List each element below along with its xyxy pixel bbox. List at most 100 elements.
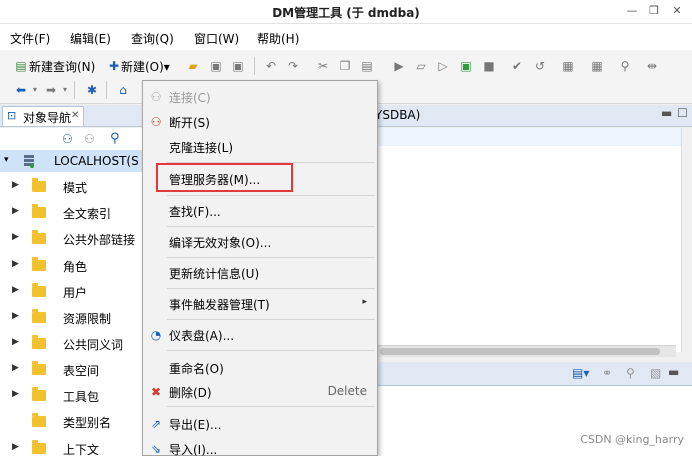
expand-right-icon[interactable]: ▶	[12, 442, 19, 452]
minimize-icon[interactable]: —	[621, 2, 643, 20]
menu-item-disconnect[interactable]: ⚇ 断开(S)	[143, 110, 377, 134]
tab-object-navigator[interactable]: ⊡ 对象导航 ✕	[2, 106, 84, 126]
expand-right-icon[interactable]: ▶	[12, 259, 19, 269]
menu-help[interactable]: 帮助(H)	[257, 30, 299, 47]
menu-item-delete[interactable]: ✖ 删除(D) Delete	[143, 380, 377, 404]
pin-icon[interactable]: ⚲	[626, 366, 635, 380]
save-all-icon[interactable]: ▣	[231, 59, 245, 73]
menu-item-update-statistics[interactable]: 更新统计信息(U)	[143, 261, 377, 285]
vertical-scrollbar[interactable]	[681, 128, 692, 352]
execute-green-icon[interactable]: ▣	[459, 59, 473, 73]
toolbar-separator	[254, 57, 255, 75]
tree-item[interactable]: ▶ 用户	[0, 279, 146, 305]
tree-item[interactable]: ▶ 模式	[0, 174, 146, 200]
menu-edit[interactable]: 编辑(E)	[70, 30, 111, 47]
menu-query[interactable]: 查询(Q)	[131, 30, 174, 47]
back-dropdown-icon[interactable]: ▾	[28, 83, 42, 97]
expand-right-icon[interactable]: ▶	[12, 311, 19, 321]
calendar-icon[interactable]: ▦	[561, 59, 575, 73]
menu-item-export[interactable]: ⇗ 导出(E)...	[143, 412, 377, 436]
new-query-button[interactable]: 新建查询(N)	[29, 58, 95, 75]
menu-item-event-trigger[interactable]: 事件触发器管理(T) ▸	[143, 292, 377, 316]
tree-item-label: 类型别名	[63, 416, 112, 430]
cut-icon[interactable]: ✂	[316, 59, 330, 73]
restore-icon[interactable]: ❐	[643, 2, 665, 20]
delete-icon: ✖	[150, 385, 162, 399]
format-icon[interactable]: ⚲	[618, 59, 632, 73]
collapse-icon[interactable]: ⇹	[645, 59, 659, 73]
minimize-view-icon[interactable]: ▬	[668, 365, 679, 379]
menu-item-rename[interactable]: 重命名(O)	[143, 356, 377, 380]
expand-right-icon[interactable]: ▶	[12, 337, 19, 347]
menu-item-find[interactable]: 查找(F)...	[143, 199, 377, 223]
close-window-icon[interactable]: ✕	[666, 2, 688, 20]
tree-item[interactable]: ▶ 全文索引	[0, 200, 146, 226]
stop-icon[interactable]: ■	[482, 59, 496, 73]
schedule-icon[interactable]: ▦	[590, 59, 604, 73]
folder-icon	[32, 387, 46, 401]
scrollbar-thumb[interactable]	[380, 348, 660, 355]
tree-item[interactable]: ▶ 角色	[0, 253, 146, 279]
run-script-icon[interactable]: ▷	[436, 59, 450, 73]
expand-right-icon[interactable]: ▶	[12, 285, 19, 295]
forward-dropdown-icon[interactable]: ▾	[58, 83, 72, 97]
expand-right-icon[interactable]: ▶	[12, 363, 19, 373]
folder-icon	[32, 230, 46, 244]
copy-icon[interactable]: ❐	[338, 59, 352, 73]
expand-right-icon[interactable]: ▶	[12, 180, 19, 190]
maximize-view-icon[interactable]: ☐	[677, 106, 688, 120]
horizontal-scrollbar[interactable]	[376, 345, 676, 357]
tree-item[interactable]: ▶ 公共外部链接	[0, 226, 146, 252]
back-icon[interactable]: ⬅	[14, 83, 28, 97]
tree-item[interactable]: 类型别名	[0, 409, 146, 435]
expand-right-icon[interactable]: ▶	[12, 232, 19, 242]
expand-right-icon[interactable]: ▶	[12, 206, 19, 216]
disconnect-icon: ⚇	[150, 115, 162, 129]
minimize-view-icon[interactable]: ▬	[661, 106, 672, 120]
expand-down-icon[interactable]: ▾	[4, 155, 9, 165]
rollback-icon[interactable]: ↺	[533, 59, 547, 73]
menu-item-compile-invalid[interactable]: 编译无效对象(O)...	[143, 230, 377, 254]
tree-item[interactable]: ▶ 工具包	[0, 383, 146, 409]
menu-window[interactable]: 窗口(W)	[194, 30, 239, 47]
editor-tab-label[interactable]: YSDBA)	[375, 108, 420, 122]
disconnect-icon[interactable]: ⚇	[84, 132, 95, 146]
commit-icon[interactable]: ✔	[510, 59, 524, 73]
tree-item[interactable]: ▶ 表空间	[0, 357, 146, 383]
menu-item-import[interactable]: ⇘ 导入(I)...	[143, 437, 377, 456]
paste-icon[interactable]: ▤	[360, 59, 374, 73]
tree-item[interactable]: ▶ 上下文	[0, 436, 146, 456]
tree-item-label: 用户	[63, 286, 88, 300]
search-icon[interactable]: ⚲	[110, 131, 120, 146]
menu-item-clone-connection[interactable]: 克隆连接(L)	[143, 135, 377, 159]
refresh-icon[interactable]: ▧	[650, 366, 661, 380]
server-icon	[22, 154, 36, 168]
navigator-tabbar: ⊡ 对象导航 ✕	[0, 105, 146, 127]
home-icon[interactable]: ⌂	[116, 83, 130, 97]
new-query-icon[interactable]: ▤	[14, 59, 28, 73]
redo-icon[interactable]: ↷	[286, 59, 300, 73]
run-icon[interactable]: ▶	[392, 59, 406, 73]
tree-item[interactable]: ▶ 公共同义词	[0, 331, 146, 357]
link-icon[interactable]: ⚭	[602, 366, 612, 380]
menu-item-connect[interactable]: ⚇ 连接(C)	[143, 85, 377, 109]
menu-file[interactable]: 文件(F)	[10, 30, 50, 47]
tree-root-localhost[interactable]: ▾ LOCALHOST(S	[0, 150, 146, 172]
debug-icon[interactable]: ✱	[85, 83, 99, 97]
new-button[interactable]: 新建(O)▾	[121, 58, 170, 75]
tree-item[interactable]: ▶ 资源限制	[0, 305, 146, 331]
open-folder-icon[interactable]: ▰	[186, 59, 200, 73]
forward-icon[interactable]: ➡	[44, 83, 58, 97]
save-icon[interactable]: ▣	[209, 59, 223, 73]
close-icon[interactable]: ✕	[71, 110, 79, 121]
menu-bar: 文件(F) 编辑(E) 查询(Q) 窗口(W) 帮助(H)	[0, 24, 692, 50]
watermark: CSDN @king_harry	[580, 433, 684, 446]
menu-item-dashboard[interactable]: ◔ 仪表盘(A)...	[143, 323, 377, 347]
add-icon[interactable]: ✚	[107, 59, 121, 73]
explain-icon[interactable]: ▱	[414, 59, 428, 73]
menu-separator	[167, 257, 375, 258]
expand-right-icon[interactable]: ▶	[12, 389, 19, 399]
connect-icon[interactable]: ⚇	[62, 132, 73, 146]
view-menu-icon[interactable]: ▤▾	[572, 366, 589, 380]
undo-icon[interactable]: ↶	[264, 59, 278, 73]
